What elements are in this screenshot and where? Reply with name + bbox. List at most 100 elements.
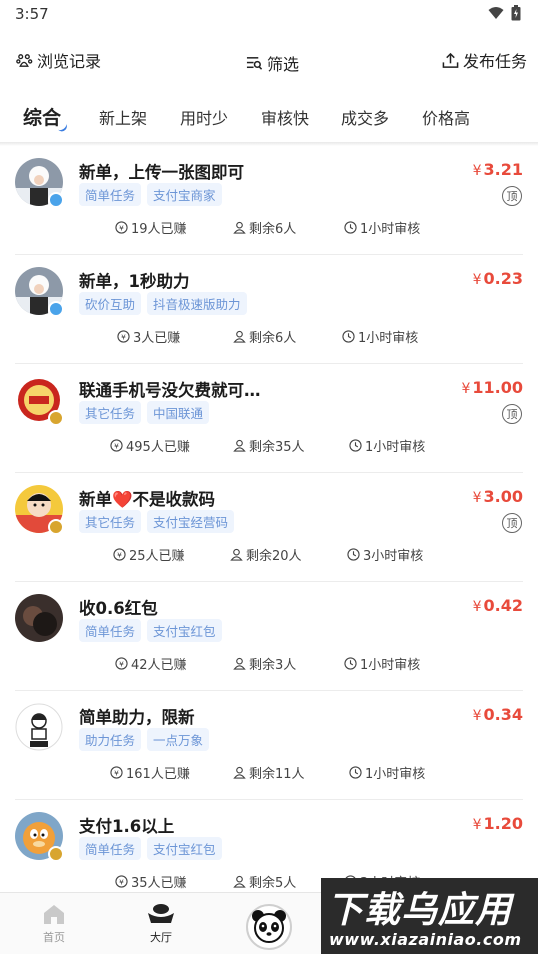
task-tag: 简单任务 (79, 183, 142, 206)
task-tag: 支付宝红包 (147, 619, 222, 642)
pinned-top-icon: 顶 (502, 404, 522, 424)
earned-count: ¥35人已赚 (115, 872, 187, 891)
price-value: 1.20 (483, 814, 523, 833)
clock-icon (344, 657, 357, 670)
review-time: 1小时审核 (344, 218, 420, 237)
task-item[interactable]: 简单助力，限新 ¥0.34 助力任务 一点万象 ¥161人已赚 剩余11人 1小时审核 (0, 691, 538, 800)
verified-badge-icon (48, 846, 64, 862)
verified-badge-icon (48, 192, 64, 208)
coin-icon: ¥ (115, 221, 128, 234)
coin-icon: ¥ (113, 548, 126, 561)
currency-symbol: ¥ (472, 708, 482, 724)
battery-icon (511, 5, 521, 21)
review-text: 1小时审核 (360, 222, 421, 237)
task-price: ¥0.42 (473, 596, 523, 615)
earned-count: ¥19人已赚 (115, 218, 187, 237)
person-icon (233, 766, 246, 779)
status-bar: 3:57 (0, 0, 538, 28)
task-title: 简单助力，限新 (79, 708, 195, 727)
remaining-text: 剩余11人 (249, 767, 305, 782)
nav-home[interactable]: 首页 (29, 903, 79, 945)
tab-most-deals[interactable]: 成交多 (341, 105, 389, 129)
task-tag: 其它任务 (79, 401, 142, 424)
top-toolbar: 浏览记录 筛选 发布任务 (0, 40, 538, 78)
task-tag: 支付宝红包 (147, 837, 222, 860)
task-list: 新单，上传一张图即可 ¥3.21 简单任务 支付宝商家顶 ¥19人已赚 剩余6人 1小时审核… (0, 146, 538, 909)
person-icon (233, 221, 246, 234)
task-title: 收0.6红包 (79, 599, 158, 618)
tab-fast-review[interactable]: 审核快 (261, 105, 309, 129)
review-text: 3小时审核 (363, 549, 424, 564)
task-tags: 简单任务 支付宝商家 (79, 183, 228, 206)
remaining-count: 剩余20人 (230, 545, 302, 564)
svg-text:¥: ¥ (119, 223, 124, 232)
svg-text:¥: ¥ (114, 768, 119, 777)
price-value: 0.42 (483, 596, 523, 615)
price-value: 0.34 (483, 705, 523, 724)
tab-newly-listed[interactable]: 新上架 (99, 105, 147, 129)
nav-hall[interactable]: 大厅 (136, 903, 186, 945)
status-time: 3:57 (15, 5, 49, 23)
filter-label: 筛选 (267, 55, 300, 74)
tab-high-price[interactable]: 价格高 (422, 105, 470, 129)
coin-icon: ¥ (115, 657, 128, 670)
task-item[interactable]: 新单❤️不是收款码 ¥3.00 其它任务 支付宝经营码 顶 ¥25人已赚 剩余20人 3小时审… (0, 473, 538, 582)
task-tag: 支付宝商家 (147, 183, 222, 206)
publish-task-button[interactable]: 发布任务 (442, 48, 527, 72)
remaining-text: 剩余5人 (249, 876, 297, 891)
currency-symbol: ¥ (472, 272, 482, 288)
task-tag: 中国联通 (147, 401, 210, 424)
watermark: 下载乌应用 www.xiazainiao.com (321, 878, 538, 954)
task-tag: 支付宝经营码 (147, 510, 235, 533)
remaining-count: 剩余6人 (233, 218, 296, 237)
remaining-text: 剩余3人 (249, 658, 297, 673)
earned-count: ¥495人已赚 (110, 436, 190, 455)
clock-icon (342, 330, 355, 343)
remaining-text: 剩余20人 (246, 549, 302, 564)
task-tag: 其它任务 (79, 510, 142, 533)
history-button[interactable]: 浏览记录 (16, 48, 101, 72)
task-tag: 简单任务 (79, 837, 142, 860)
coin-icon: ¥ (110, 439, 123, 452)
person-icon (233, 657, 246, 670)
ingot-icon (148, 904, 174, 923)
remaining-text: 剩余6人 (249, 331, 297, 346)
price-value: 3.21 (483, 160, 523, 179)
task-title: 新单，上传一张图即可 (79, 163, 244, 182)
earned-text: 25人已赚 (129, 549, 185, 564)
filter-button[interactable]: 筛选 (246, 51, 299, 75)
clock-icon (347, 548, 360, 561)
svg-text:¥: ¥ (119, 659, 124, 668)
watermark-url: www.xiazainiao.com (329, 930, 522, 949)
earned-count: ¥161人已赚 (110, 763, 190, 782)
earned-text: 495人已赚 (126, 440, 190, 455)
coin-icon: ¥ (117, 330, 130, 343)
panda-button[interactable] (246, 904, 292, 950)
review-text: 1小时审核 (365, 440, 426, 455)
earned-text: 3人已赚 (133, 331, 181, 346)
task-item[interactable]: 新单，上传一张图即可 ¥3.21 简单任务 支付宝商家 顶 ¥19人已赚 剩余6人 1小时审核 (0, 146, 538, 255)
tab-comprehensive[interactable]: 综合 (23, 103, 61, 130)
coin-icon: ¥ (110, 766, 123, 779)
tab-less-time[interactable]: 用时少 (180, 105, 228, 129)
task-item[interactable]: 收0.6红包 ¥0.42 简单任务 支付宝红包 ¥42人已赚 剩余3人 1小时审核 (0, 582, 538, 691)
sort-tabs: 综合 新上架 用时少 审核快 成交多 价格高 (0, 95, 538, 139)
task-tag: 简单任务 (79, 619, 142, 642)
svg-text:¥: ¥ (114, 441, 119, 450)
review-text: 1小时审核 (360, 658, 421, 673)
verified-badge-icon (48, 519, 64, 535)
panda-icon (252, 910, 286, 943)
price-value: 0.23 (483, 269, 523, 288)
task-item[interactable]: 新单，1秒助力 ¥0.23 砍价互助 抖音极速版助力 ¥3人已赚 剩余6人 1小时审核 (0, 255, 538, 364)
person-icon (230, 548, 243, 561)
earned-count: ¥3人已赚 (117, 327, 180, 346)
paw-icon (16, 53, 33, 67)
wifi-icon (488, 7, 504, 19)
task-item[interactable]: 联通手机号没欠费就可… ¥11.00 其它任务 中国联通 顶 ¥495人已赚 剩余35人 1小… (0, 364, 538, 473)
task-tags: 简单任务 支付宝红包 (79, 837, 228, 860)
publisher-avatar (15, 594, 63, 642)
watermark-title: 下载乌应用 (327, 890, 513, 931)
earned-text: 19人已赚 (131, 222, 187, 237)
review-time: 1小时审核 (342, 327, 418, 346)
task-price: ¥3.21 (473, 160, 523, 179)
